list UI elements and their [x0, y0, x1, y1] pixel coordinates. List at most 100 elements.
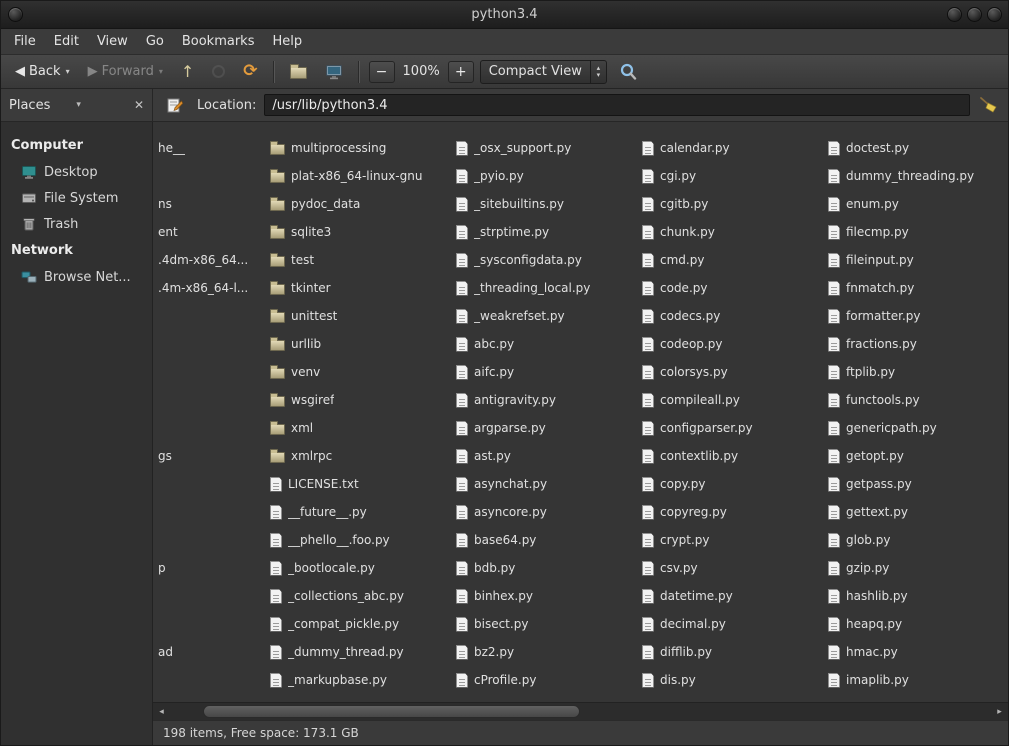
file-row[interactable]: bdb.py [454, 554, 640, 582]
new-folder-button[interactable] [284, 61, 313, 82]
file-row[interactable]: _sysconfigdata.py [454, 246, 640, 274]
menu-go[interactable]: Go [137, 31, 173, 52]
file-row[interactable]: hmac.py [826, 638, 1008, 666]
file-row[interactable]: contextlib.py [640, 442, 826, 470]
edit-path-button[interactable] [161, 93, 187, 117]
file-row[interactable]: asynchat.py [454, 470, 640, 498]
file-row[interactable]: gzip.py [826, 554, 1008, 582]
file-row[interactable]: copyreg.py [640, 498, 826, 526]
scrollbar-thumb[interactable] [203, 705, 581, 718]
file-row[interactable]: getpass.py [826, 470, 1008, 498]
file-row[interactable]: _osx_support.py [454, 134, 640, 162]
file-row[interactable]: tkinter [268, 274, 454, 302]
sidebar-item-desktop[interactable]: Desktop [1, 159, 152, 185]
file-row[interactable]: decimal.py [640, 610, 826, 638]
file-row-clipped[interactable]: ent [156, 218, 268, 246]
zoom-out-button[interactable]: − [369, 61, 395, 83]
up-button[interactable]: ↑ [175, 61, 200, 83]
search-button[interactable] [613, 60, 644, 84]
file-row[interactable]: chunk.py [640, 218, 826, 246]
file-row[interactable]: sqlite3 [268, 218, 454, 246]
file-row[interactable]: cgitb.py [640, 190, 826, 218]
file-row[interactable]: dis.py [640, 666, 826, 694]
menu-help[interactable]: Help [263, 31, 311, 52]
file-row-clipped[interactable]: ad [156, 638, 268, 666]
file-row[interactable]: argparse.py [454, 414, 640, 442]
clear-path-button[interactable] [974, 93, 1002, 117]
file-row-clipped[interactable]: .4dm-x86_64... [156, 246, 268, 274]
file-row[interactable]: _compat_pickle.py [268, 610, 454, 638]
file-row[interactable]: bz2.py [454, 638, 640, 666]
close-button[interactable] [987, 7, 1002, 22]
location-input[interactable] [264, 94, 970, 116]
file-row[interactable]: urllib [268, 330, 454, 358]
file-row[interactable]: dummy_threading.py [826, 162, 1008, 190]
file-row[interactable]: gettext.py [826, 498, 1008, 526]
file-row[interactable]: antigravity.py [454, 386, 640, 414]
file-row[interactable]: codecs.py [640, 302, 826, 330]
file-row[interactable]: datetime.py [640, 582, 826, 610]
file-row[interactable]: plat-x86_64-linux-gnu [268, 162, 454, 190]
file-row[interactable]: base64.py [454, 526, 640, 554]
file-pane[interactable]: he__nsent.4dm-x86_64....4m-x86_64-l...gs… [153, 122, 1008, 702]
file-row[interactable]: binhex.py [454, 582, 640, 610]
file-row[interactable]: formatter.py [826, 302, 1008, 330]
file-row[interactable]: asyncore.py [454, 498, 640, 526]
file-row[interactable]: enum.py [826, 190, 1008, 218]
file-row[interactable]: _pyio.py [454, 162, 640, 190]
file-row[interactable]: heapq.py [826, 610, 1008, 638]
file-row[interactable]: ftplib.py [826, 358, 1008, 386]
file-row[interactable]: _markupbase.py [268, 666, 454, 694]
reload-button[interactable]: ⟳ [237, 60, 263, 83]
file-row[interactable]: copy.py [640, 470, 826, 498]
file-row[interactable]: _strptime.py [454, 218, 640, 246]
file-row[interactable]: wsgiref [268, 386, 454, 414]
places-dropdown-icon[interactable]: ▾ [76, 100, 81, 110]
sidebar-item-file-system[interactable]: File System [1, 185, 152, 211]
view-mode-select[interactable]: Compact View ▴ ▾ [480, 60, 607, 84]
title-bar[interactable]: python3.4 [1, 1, 1008, 29]
file-row[interactable]: _weakrefset.py [454, 302, 640, 330]
sidebar-item-trash[interactable]: Trash [1, 211, 152, 237]
open-terminal-button[interactable] [319, 61, 349, 83]
file-row-clipped[interactable]: .4m-x86_64-l... [156, 274, 268, 302]
file-row[interactable]: calendar.py [640, 134, 826, 162]
back-button[interactable]: ◀ Back ▾ [9, 61, 76, 82]
file-row[interactable]: __phello__.foo.py [268, 526, 454, 554]
file-row-clipped[interactable]: he__ [156, 134, 268, 162]
file-row[interactable]: cmd.py [640, 246, 826, 274]
file-row[interactable]: configparser.py [640, 414, 826, 442]
file-row[interactable]: unittest [268, 302, 454, 330]
file-row[interactable]: _collections_abc.py [268, 582, 454, 610]
scroll-left-icon[interactable]: ◂ [153, 707, 170, 717]
file-row[interactable]: cgi.py [640, 162, 826, 190]
file-row[interactable]: multiprocessing [268, 134, 454, 162]
file-row[interactable]: xml [268, 414, 454, 442]
scrollbar-track[interactable] [170, 703, 991, 720]
file-row[interactable]: _sitebuiltins.py [454, 190, 640, 218]
file-row[interactable]: hashlib.py [826, 582, 1008, 610]
file-row-clipped[interactable]: gs [156, 442, 268, 470]
menu-file[interactable]: File [5, 31, 45, 52]
file-row[interactable]: fnmatch.py [826, 274, 1008, 302]
scroll-right-icon[interactable]: ▸ [991, 707, 1008, 717]
file-row[interactable]: xmlrpc [268, 442, 454, 470]
file-row[interactable]: glob.py [826, 526, 1008, 554]
file-row[interactable]: aifc.py [454, 358, 640, 386]
stop-button[interactable] [206, 62, 231, 81]
maximize-button[interactable] [967, 7, 982, 22]
file-row[interactable]: _bootlocale.py [268, 554, 454, 582]
file-row[interactable]: crypt.py [640, 526, 826, 554]
file-row[interactable]: test [268, 246, 454, 274]
file-row-clipped[interactable]: ns [156, 190, 268, 218]
file-row[interactable]: difflib.py [640, 638, 826, 666]
file-row[interactable]: doctest.py [826, 134, 1008, 162]
file-row[interactable]: imaplib.py [826, 666, 1008, 694]
view-mode-spinner-icon[interactable]: ▴ ▾ [590, 61, 606, 83]
file-row[interactable]: fileinput.py [826, 246, 1008, 274]
file-row-clipped[interactable]: p [156, 554, 268, 582]
menu-bookmarks[interactable]: Bookmarks [173, 31, 264, 52]
file-row[interactable]: code.py [640, 274, 826, 302]
horizontal-scrollbar[interactable]: ◂ ▸ [153, 702, 1008, 720]
file-row[interactable]: __future__.py [268, 498, 454, 526]
